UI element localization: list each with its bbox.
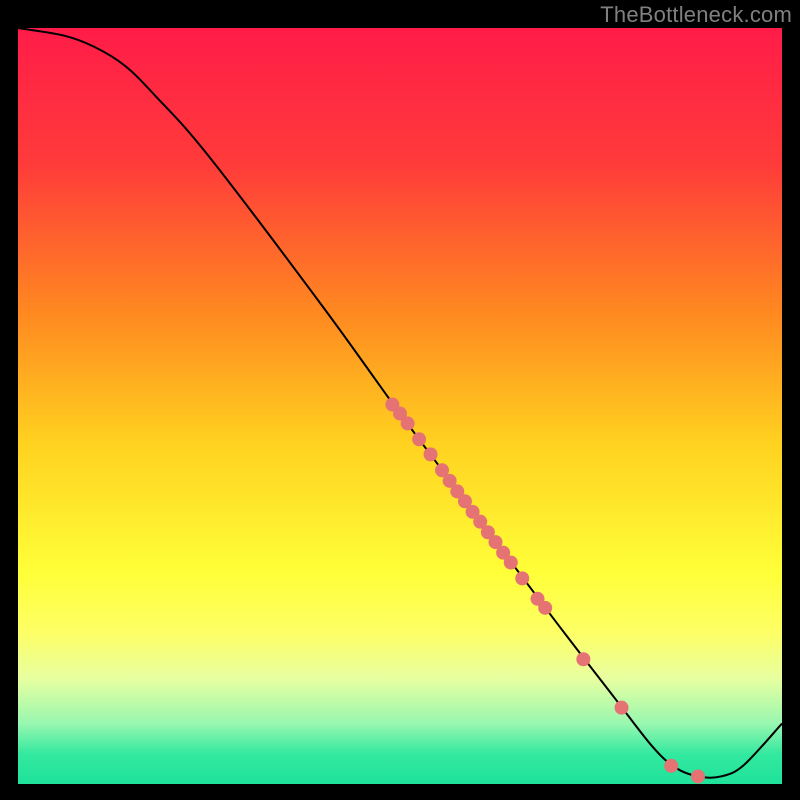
data-marker: [504, 555, 518, 569]
data-marker: [538, 601, 552, 615]
chart-frame: TheBottleneck.com: [0, 0, 800, 800]
data-marker: [412, 432, 426, 446]
data-marker: [515, 571, 529, 585]
gradient-rect: [18, 28, 782, 784]
data-marker: [664, 759, 678, 773]
watermark-text: TheBottleneck.com: [600, 2, 792, 28]
data-marker: [424, 447, 438, 461]
data-marker: [615, 701, 629, 715]
data-marker: [576, 652, 590, 666]
data-marker: [401, 416, 415, 430]
data-marker: [691, 769, 705, 783]
plot-area: [18, 28, 782, 784]
chart-svg: [18, 28, 782, 784]
